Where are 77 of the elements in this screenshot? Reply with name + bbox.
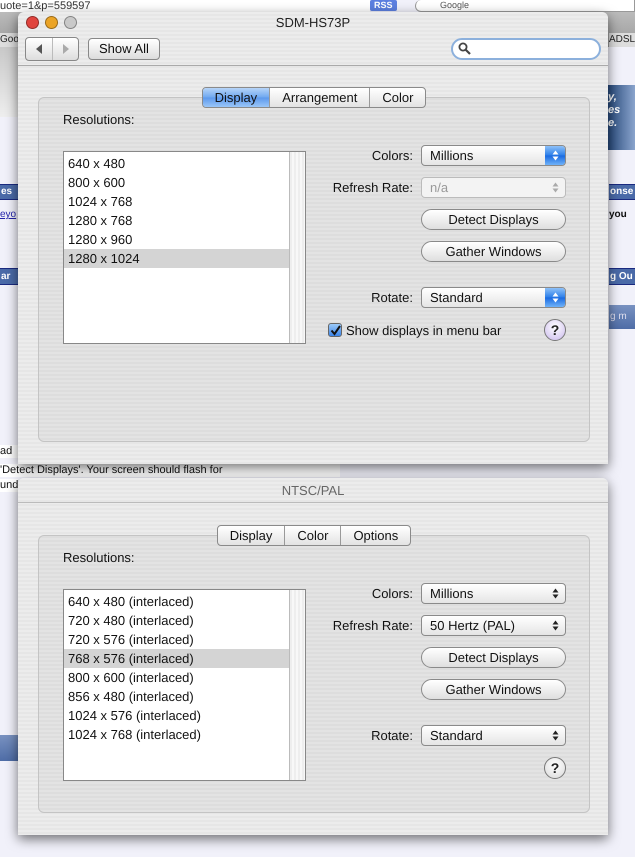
tab[interactable]: Options [340, 526, 410, 545]
search-icon [458, 42, 471, 56]
push-button[interactable]: Gather Windows [421, 679, 566, 700]
updown-arrows-icon [552, 620, 558, 631]
tab[interactable]: Color [284, 526, 340, 545]
checkbox-label: Show displays in menu bar [346, 322, 502, 338]
field-label: Rotate: [370, 289, 413, 307]
section-header: g Ou [609, 268, 635, 285]
section-band: g m [609, 305, 635, 329]
section-band [0, 735, 18, 761]
updown-arrows-icon [552, 730, 558, 741]
scrollbar[interactable] [289, 590, 305, 780]
resolution-item[interactable]: 856 x 480 (interlaced) [64, 687, 289, 706]
help-button[interactable]: ? [544, 757, 566, 779]
updown-arrows-icon [552, 588, 558, 599]
push-button[interactable]: Detect Displays [421, 209, 566, 230]
help-button[interactable]: ? [544, 319, 566, 341]
resolution-item[interactable]: 720 x 576 (interlaced) [64, 630, 289, 649]
field-label: Refresh Rate: [332, 617, 413, 635]
show-all-button[interactable]: Show All [88, 38, 160, 60]
page-header [0, 47, 18, 117]
field-label: Colors: [370, 147, 413, 165]
updown-arrows-icon [552, 182, 558, 193]
tab[interactable]: Arrangement [269, 88, 370, 107]
field-label: Refresh Rate: [332, 179, 413, 197]
push-button[interactable]: Gather Windows [421, 241, 566, 262]
tab[interactable]: Display [202, 88, 270, 107]
tab[interactable]: Display [218, 526, 284, 545]
section-header: ar [0, 268, 18, 285]
window-control[interactable] [64, 16, 77, 29]
window-control[interactable] [45, 16, 58, 29]
checkbox[interactable] [328, 323, 342, 337]
resolution-item[interactable]: 1024 x 768 [64, 192, 289, 211]
address-field[interactable]: uote=1&p=559597 [0, 0, 370, 12]
page-text: ad [0, 445, 18, 458]
page-link[interactable]: eyo [0, 208, 18, 222]
resolution-item[interactable]: 640 x 480 (interlaced) [64, 592, 289, 611]
tab[interactable]: Color [369, 88, 426, 107]
bookmark-item[interactable]: ADSL [609, 33, 635, 47]
resolution-item[interactable]: 800 x 600 [64, 173, 289, 192]
popup-menu[interactable]: Standard [421, 725, 566, 746]
resolution-item[interactable]: 1280 x 768 [64, 211, 289, 230]
page-text: 'Detect Displays'. Your screen should flash for [0, 464, 340, 477]
resolution-item[interactable]: 1280 x 960 [64, 230, 289, 249]
triangle-icon [34, 42, 44, 55]
section-header: es [0, 184, 18, 200]
page-text: you [609, 208, 628, 222]
updown-arrows-icon [552, 292, 558, 303]
triangle-icon [60, 42, 70, 55]
resolution-item[interactable]: 1024 x 768 (interlaced) [64, 725, 289, 744]
section-header: onse [609, 184, 635, 200]
popup-menu[interactable]: Standard [421, 287, 566, 308]
resolution-item[interactable]: 1280 x 1024 [64, 249, 289, 268]
rss-badge[interactable]: RSS [370, 0, 397, 11]
search-field[interactable] [451, 38, 601, 60]
updown-arrows-icon [552, 150, 558, 161]
web-search-field[interactable]: Google [415, 0, 635, 12]
resolution-item[interactable]: 800 x 600 (interlaced) [64, 668, 289, 687]
site-banner: y, es e. [608, 85, 635, 150]
popup-menu[interactable]: 50 Hertz (PAL) [421, 615, 566, 636]
window-title: NTSC/PAL [282, 482, 344, 498]
bookmark-item[interactable]: Goo [0, 33, 19, 47]
resolutions-label: Resolutions: [63, 112, 135, 127]
resolution-item[interactable]: 720 x 480 (interlaced) [64, 611, 289, 630]
window-title: SDM-HS73P [276, 14, 350, 30]
field-label: Colors: [370, 585, 413, 603]
scrollbar[interactable] [289, 152, 305, 343]
resolution-item[interactable]: 768 x 576 (interlaced) [64, 649, 289, 668]
resolution-item[interactable]: 640 x 480 [64, 154, 289, 173]
window-control[interactable] [26, 16, 39, 29]
page-text: und [0, 479, 18, 492]
popup-menu[interactable]: Millions [421, 583, 566, 604]
push-button[interactable]: Detect Displays [421, 647, 566, 668]
field-label: Rotate: [370, 727, 413, 745]
resolutions-label: Resolutions: [63, 550, 135, 565]
popup-menu[interactable]: Millions [421, 145, 566, 166]
resolution-item[interactable]: 1024 x 576 (interlaced) [64, 706, 289, 725]
